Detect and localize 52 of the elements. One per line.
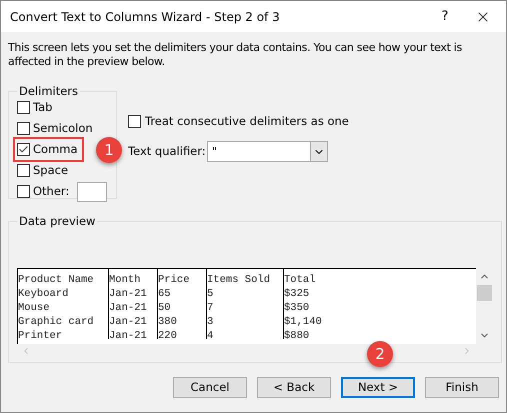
preview-cell: 4 (207, 330, 214, 342)
preview-cell: 380 (158, 316, 177, 328)
text-qualifier-dropdown[interactable]: " (207, 141, 328, 162)
field-label: Text qualifier: (128, 143, 207, 160)
preview-cell: Product Name (18, 274, 94, 286)
preview-cell: $325 (284, 288, 310, 300)
scrollbar-thumb[interactable] (477, 285, 492, 302)
dialog-button[interactable]: Cancel (173, 377, 247, 398)
preview-cell: Jan-21 (109, 288, 147, 300)
other-delimiter-field[interactable] (77, 182, 108, 202)
checkbox-label[interactable]: Treat consecutive delimiters as one (145, 113, 349, 130)
help-button[interactable]: ? (430, 6, 460, 26)
checkbox[interactable] (128, 115, 141, 128)
preview-cell: Jan-21 (109, 302, 147, 314)
preview-cell: Mouse (18, 302, 50, 314)
preview-cell: Items Sold (207, 274, 270, 286)
preview-cell: Price (158, 274, 190, 286)
checkbox-label[interactable]: Comma (33, 141, 78, 158)
checkbox[interactable] (17, 101, 30, 114)
preview-cell: 220 (158, 330, 177, 342)
window-title: Convert Text to Columns Wizard - Step 2 of 3 (10, 8, 281, 26)
preview-cell: $1,140 (284, 316, 322, 328)
checkbox-label[interactable]: Space (33, 162, 68, 180)
preview-cell: $350 (284, 302, 310, 314)
group-title: Delimiters (18, 83, 80, 100)
preview-cell: 65 (158, 288, 171, 300)
checkbox-label[interactable]: Other: (33, 183, 70, 200)
preview-cell: 50 (158, 302, 171, 314)
step-badge: 2 (367, 341, 393, 367)
preview-cell: Keyboard (18, 288, 68, 300)
preview-cell: 7 (207, 302, 214, 314)
checkbox[interactable] (17, 164, 30, 178)
description-text: This screen lets you set the delimiters your data contains. You can see how your text is affected in the preview below. (7, 41, 463, 69)
preview-cell: 5 (207, 288, 214, 300)
dialog-button[interactable]: Next > (341, 377, 415, 398)
preview-cell: $880 (284, 330, 310, 342)
checkbox[interactable] (17, 143, 30, 156)
dialog-button[interactable]: Finish (425, 377, 499, 398)
checkbox-label[interactable]: Tab (33, 99, 52, 116)
preview-cell: Total (284, 274, 316, 286)
dialog-button[interactable]: < Back (257, 377, 331, 398)
preview-cell: Jan-21 (109, 330, 147, 342)
preview-cell: Month (109, 274, 141, 286)
checkbox-label[interactable]: Semicolon (33, 120, 93, 138)
preview-cell: Graphic card (18, 316, 94, 328)
step-badge: 1 (96, 137, 122, 164)
preview-cell: 3 (207, 316, 214, 328)
preview-cell: Jan-21 (109, 316, 147, 328)
checkbox[interactable] (17, 122, 30, 136)
group-title: Data preview (18, 213, 96, 230)
checkbox[interactable] (17, 185, 30, 198)
preview-cell: Printer (18, 330, 62, 342)
